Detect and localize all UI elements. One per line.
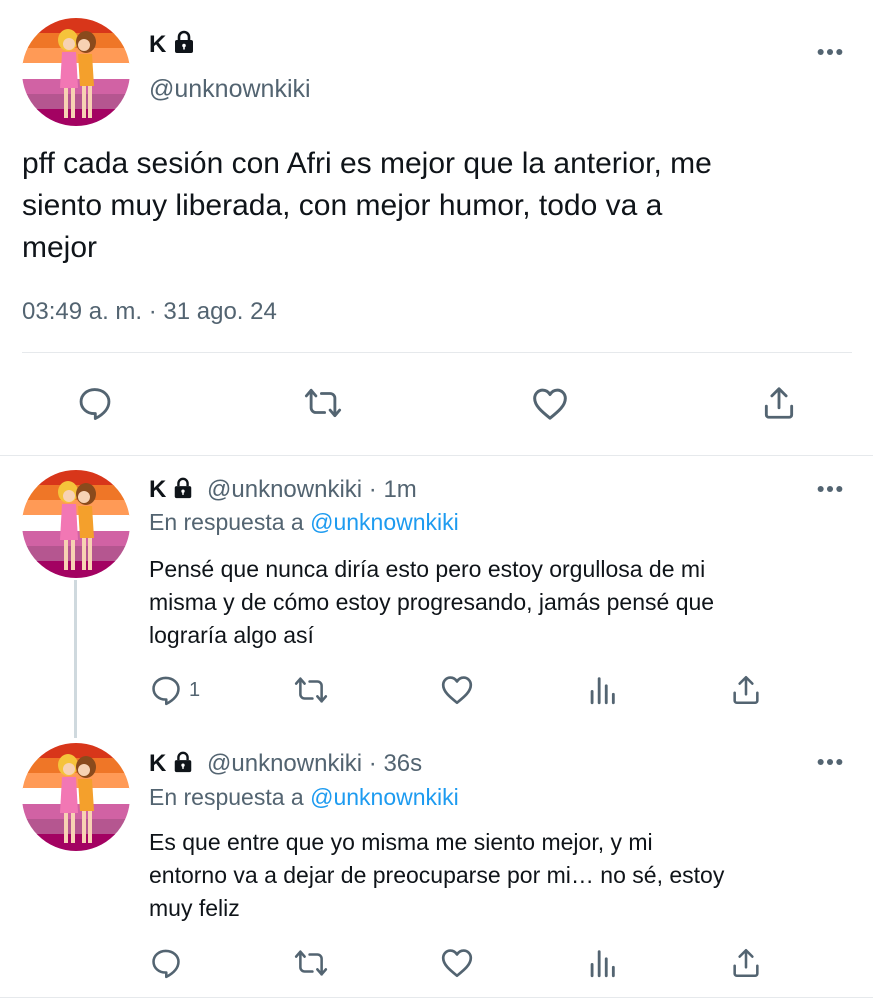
share-icon[interactable] [760,383,798,423]
tweet-text: pff cada sesión con Afri es mejor que la… [22,143,862,269]
reply-text-line: misma y de cómo estoy progresando, jamás… [149,589,715,615]
user-handle[interactable]: @unknownkiki [207,750,362,777]
user-handle[interactable]: @unknownkiki [207,476,362,503]
share-icon[interactable] [729,672,763,708]
reply-header: K @unknownkiki · 36s [149,750,422,778]
tweet-text-line: siento muy liberada, con mejor humor, to… [22,189,663,222]
reply-text: Pensé que nunca diría esto pero estoy or… [149,553,849,652]
reply-time[interactable]: · 36s [369,750,422,777]
in-reply-to: En respuesta a @unknownkiki [149,509,459,536]
retweet-icon[interactable] [292,946,330,980]
retweet-icon[interactable] [292,673,330,707]
reply-icon[interactable] [149,673,183,707]
tweet-text-line: pff cada sesión con Afri es mejor que la… [22,147,712,180]
reply-time[interactable]: · 1m [369,476,417,503]
reply-text-line: lograría algo así [149,622,314,648]
reply-button[interactable] [149,946,189,980]
reply-to-prefix: En respuesta a [149,784,304,810]
divider [0,997,873,998]
reply-text: Es que entre que yo misma me siento mejo… [149,826,864,925]
reply-text-line: entorno va a dejar de preocuparse por mi… [149,862,725,888]
reply-icon[interactable] [149,946,183,980]
share-icon[interactable] [729,945,763,981]
lock-icon [172,477,194,499]
lock-icon [172,751,194,773]
tweet-text-line: mejor [22,231,98,264]
reply-text-line: Pensé que nunca diría esto pero estoy or… [149,556,706,582]
views-icon[interactable] [585,673,619,707]
more-options-icon[interactable] [816,484,844,494]
lock-icon [172,30,196,54]
avatar[interactable] [22,470,130,578]
reply-icon[interactable] [76,384,114,422]
retweet-icon[interactable] [302,384,344,422]
divider [22,352,852,353]
display-name[interactable]: K [149,750,166,777]
tweet-timestamp[interactable]: 03:49 a. m. · 31 ago. 24 [22,298,277,326]
avatar[interactable] [22,743,130,851]
reply-to-prefix: En respuesta a [149,509,304,535]
thread-connector [74,580,77,738]
avatar[interactable] [22,18,130,126]
divider [0,455,873,456]
in-reply-to: En respuesta a @unknownkiki [149,784,459,811]
reply-header: K @unknownkiki · 1m [149,476,417,504]
reply-count: 1 [189,678,201,701]
reply-text-line: muy feliz [149,895,240,921]
display-name[interactable]: K [149,476,166,503]
views-icon[interactable] [585,946,619,980]
display-name-text[interactable]: K [149,31,166,58]
like-icon[interactable] [438,672,476,708]
like-icon[interactable] [438,945,476,981]
more-options-icon[interactable] [816,757,844,767]
like-icon[interactable] [529,384,571,424]
more-options-icon[interactable] [816,47,844,57]
reply-text-line: Es que entre que yo misma me siento mejo… [149,829,653,855]
user-handle[interactable]: @unknownkiki [149,75,311,104]
reply-to-link[interactable]: @unknownkiki [310,784,459,810]
reply-to-link[interactable]: @unknownkiki [310,509,459,535]
reply-button[interactable]: 1 [149,673,200,707]
display-name[interactable]: K [149,30,196,59]
